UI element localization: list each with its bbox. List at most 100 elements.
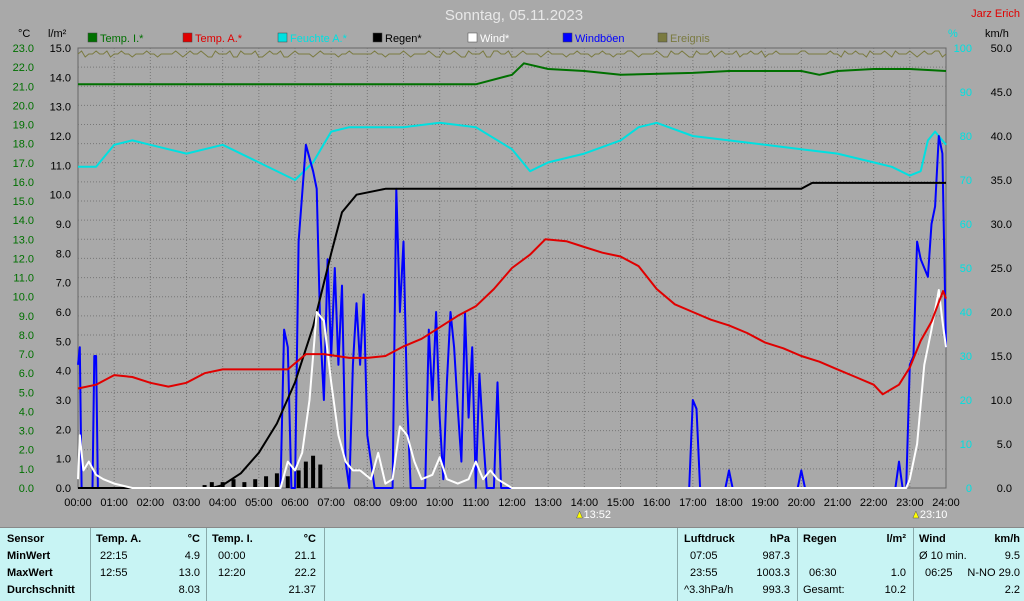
temp-tick-label: 3.0	[19, 426, 34, 438]
temp-tick-label: 4.0	[19, 406, 34, 418]
temp-tick-label: 21.0	[13, 81, 34, 93]
rain-tick-label: 7.0	[56, 278, 71, 290]
temp-a-max-time: 12:55	[100, 567, 128, 579]
legend-swatch	[372, 32, 383, 43]
temp-tick-label: 0.0	[19, 483, 34, 495]
rain-tick-label: 10.0	[50, 190, 71, 202]
marker-label: 23:10	[920, 509, 948, 521]
x-tick-label: 03:00	[173, 497, 201, 509]
divider	[797, 528, 798, 601]
rain-tick-label: 13.0	[50, 102, 71, 114]
wind-tick-label: 45.0	[991, 87, 1012, 99]
rain-unit: l/m²	[886, 533, 906, 545]
temp-a-unit: °C	[187, 533, 200, 545]
legend-swatch	[87, 32, 98, 43]
legend-swatch	[467, 32, 478, 43]
rain-max-time: 06:30	[809, 567, 837, 579]
humidity-tick-label: 60	[960, 219, 972, 231]
x-tick-label: 22:00	[860, 497, 888, 509]
temp-tick-label: 15.0	[13, 196, 34, 208]
x-tick-label: 08:00	[354, 497, 382, 509]
wind-tick-label: 35.0	[991, 175, 1012, 187]
divider	[913, 528, 914, 601]
rain-tick-label: 6.0	[56, 307, 71, 319]
temp-tick-label: 11.0	[13, 273, 34, 285]
rain-bar	[296, 470, 301, 488]
temp-a-min: 4.9	[184, 550, 200, 562]
x-tick-label: 24:00	[932, 497, 960, 509]
rain-total-label: Gesamt:	[803, 584, 845, 596]
temp-i-max-time: 12:20	[218, 567, 246, 579]
x-tick-label: 13:00	[534, 497, 562, 509]
unit-left2: l/m²	[48, 28, 67, 40]
temp-tick-label: 2.0	[19, 445, 34, 457]
rain-bar	[274, 473, 279, 488]
rain-tick-label: 11.0	[50, 160, 71, 172]
temp-tick-label: 5.0	[19, 387, 34, 399]
wind-avg: 2.2	[1004, 584, 1020, 596]
x-tick-label: 19:00	[751, 497, 779, 509]
rain-bar	[311, 455, 316, 488]
temp-tick-label: 16.0	[13, 177, 34, 189]
rain-tick-label: 4.0	[56, 366, 71, 378]
marker-label: 13:52	[584, 509, 612, 521]
divider	[677, 528, 678, 601]
temp-tick-label: 1.0	[19, 464, 34, 476]
rain-max: 1.0	[890, 567, 906, 579]
wind-tick-label: 10.0	[991, 395, 1012, 407]
temp-tick-label: 7.0	[19, 349, 34, 361]
x-tick-label: 01:00	[100, 497, 128, 509]
wind-unit: km/h	[994, 533, 1020, 545]
x-tick-label: 04:00	[209, 497, 237, 509]
row-label-min: MinWert	[7, 550, 51, 562]
wind-tick-label: 25.0	[991, 263, 1012, 275]
temp-a-avg: 8.03	[178, 584, 200, 596]
legend-label: Feuchte A.*	[290, 33, 348, 45]
pressure-max: 1003.3	[756, 567, 790, 579]
x-tick-label: 21:00	[824, 497, 852, 509]
row-label-avg: Durchschnitt	[7, 584, 75, 596]
divider	[206, 528, 207, 601]
wind-header: Wind	[919, 533, 946, 545]
row-label-max: MaxWert	[7, 567, 53, 579]
rain-bar	[303, 461, 308, 488]
pressure-min: 987.3	[762, 550, 790, 562]
temp-tick-label: 9.0	[19, 311, 34, 323]
legend-label: Temp. A.*	[195, 33, 243, 45]
pressure-max-time: 23:55	[690, 567, 718, 579]
rain-tick-label: 5.0	[56, 336, 71, 348]
humidity-tick-label: 100	[954, 43, 972, 55]
chart-title: Sonntag, 05.11.2023	[445, 7, 583, 24]
x-tick-label: 09:00	[390, 497, 418, 509]
rain-tick-label: 14.0	[50, 72, 71, 84]
rain-bar	[264, 476, 269, 488]
rain-bar	[318, 464, 323, 488]
x-tick-label: 23:00	[896, 497, 924, 509]
wind-max-time: 06:25	[925, 567, 953, 579]
x-tick-label: 20:00	[788, 497, 816, 509]
x-tick-label: 15:00	[607, 497, 635, 509]
legend-label: Ereignis	[670, 33, 710, 45]
humidity-tick-label: 10	[960, 439, 972, 451]
x-tick-label: 12:00	[498, 497, 526, 509]
unit-left1: °C	[18, 28, 30, 40]
humidity-tick-label: 90	[960, 87, 972, 99]
humidity-tick-label: 40	[960, 307, 972, 319]
legend-swatch	[562, 32, 573, 43]
pressure-min-time: 07:05	[690, 550, 718, 562]
x-tick-label: 17:00	[679, 497, 707, 509]
wind-tick-label: 0.0	[997, 483, 1012, 495]
humidity-tick-label: 20	[960, 395, 972, 407]
divider	[90, 528, 91, 601]
rain-bar	[285, 476, 290, 488]
temp-tick-label: 17.0	[13, 158, 34, 170]
pressure-avg: 993.3	[762, 584, 790, 596]
temp-i-header: Temp. I.	[212, 533, 253, 545]
rain-header: Regen	[803, 533, 837, 545]
humidity-tick-label: 30	[960, 351, 972, 363]
wind-tick-label: 40.0	[991, 131, 1012, 143]
rain-bar	[253, 479, 258, 488]
legend-swatch	[277, 32, 288, 43]
rain-tick-label: 8.0	[56, 248, 71, 260]
legend-label: Temp. I.*	[100, 33, 144, 45]
